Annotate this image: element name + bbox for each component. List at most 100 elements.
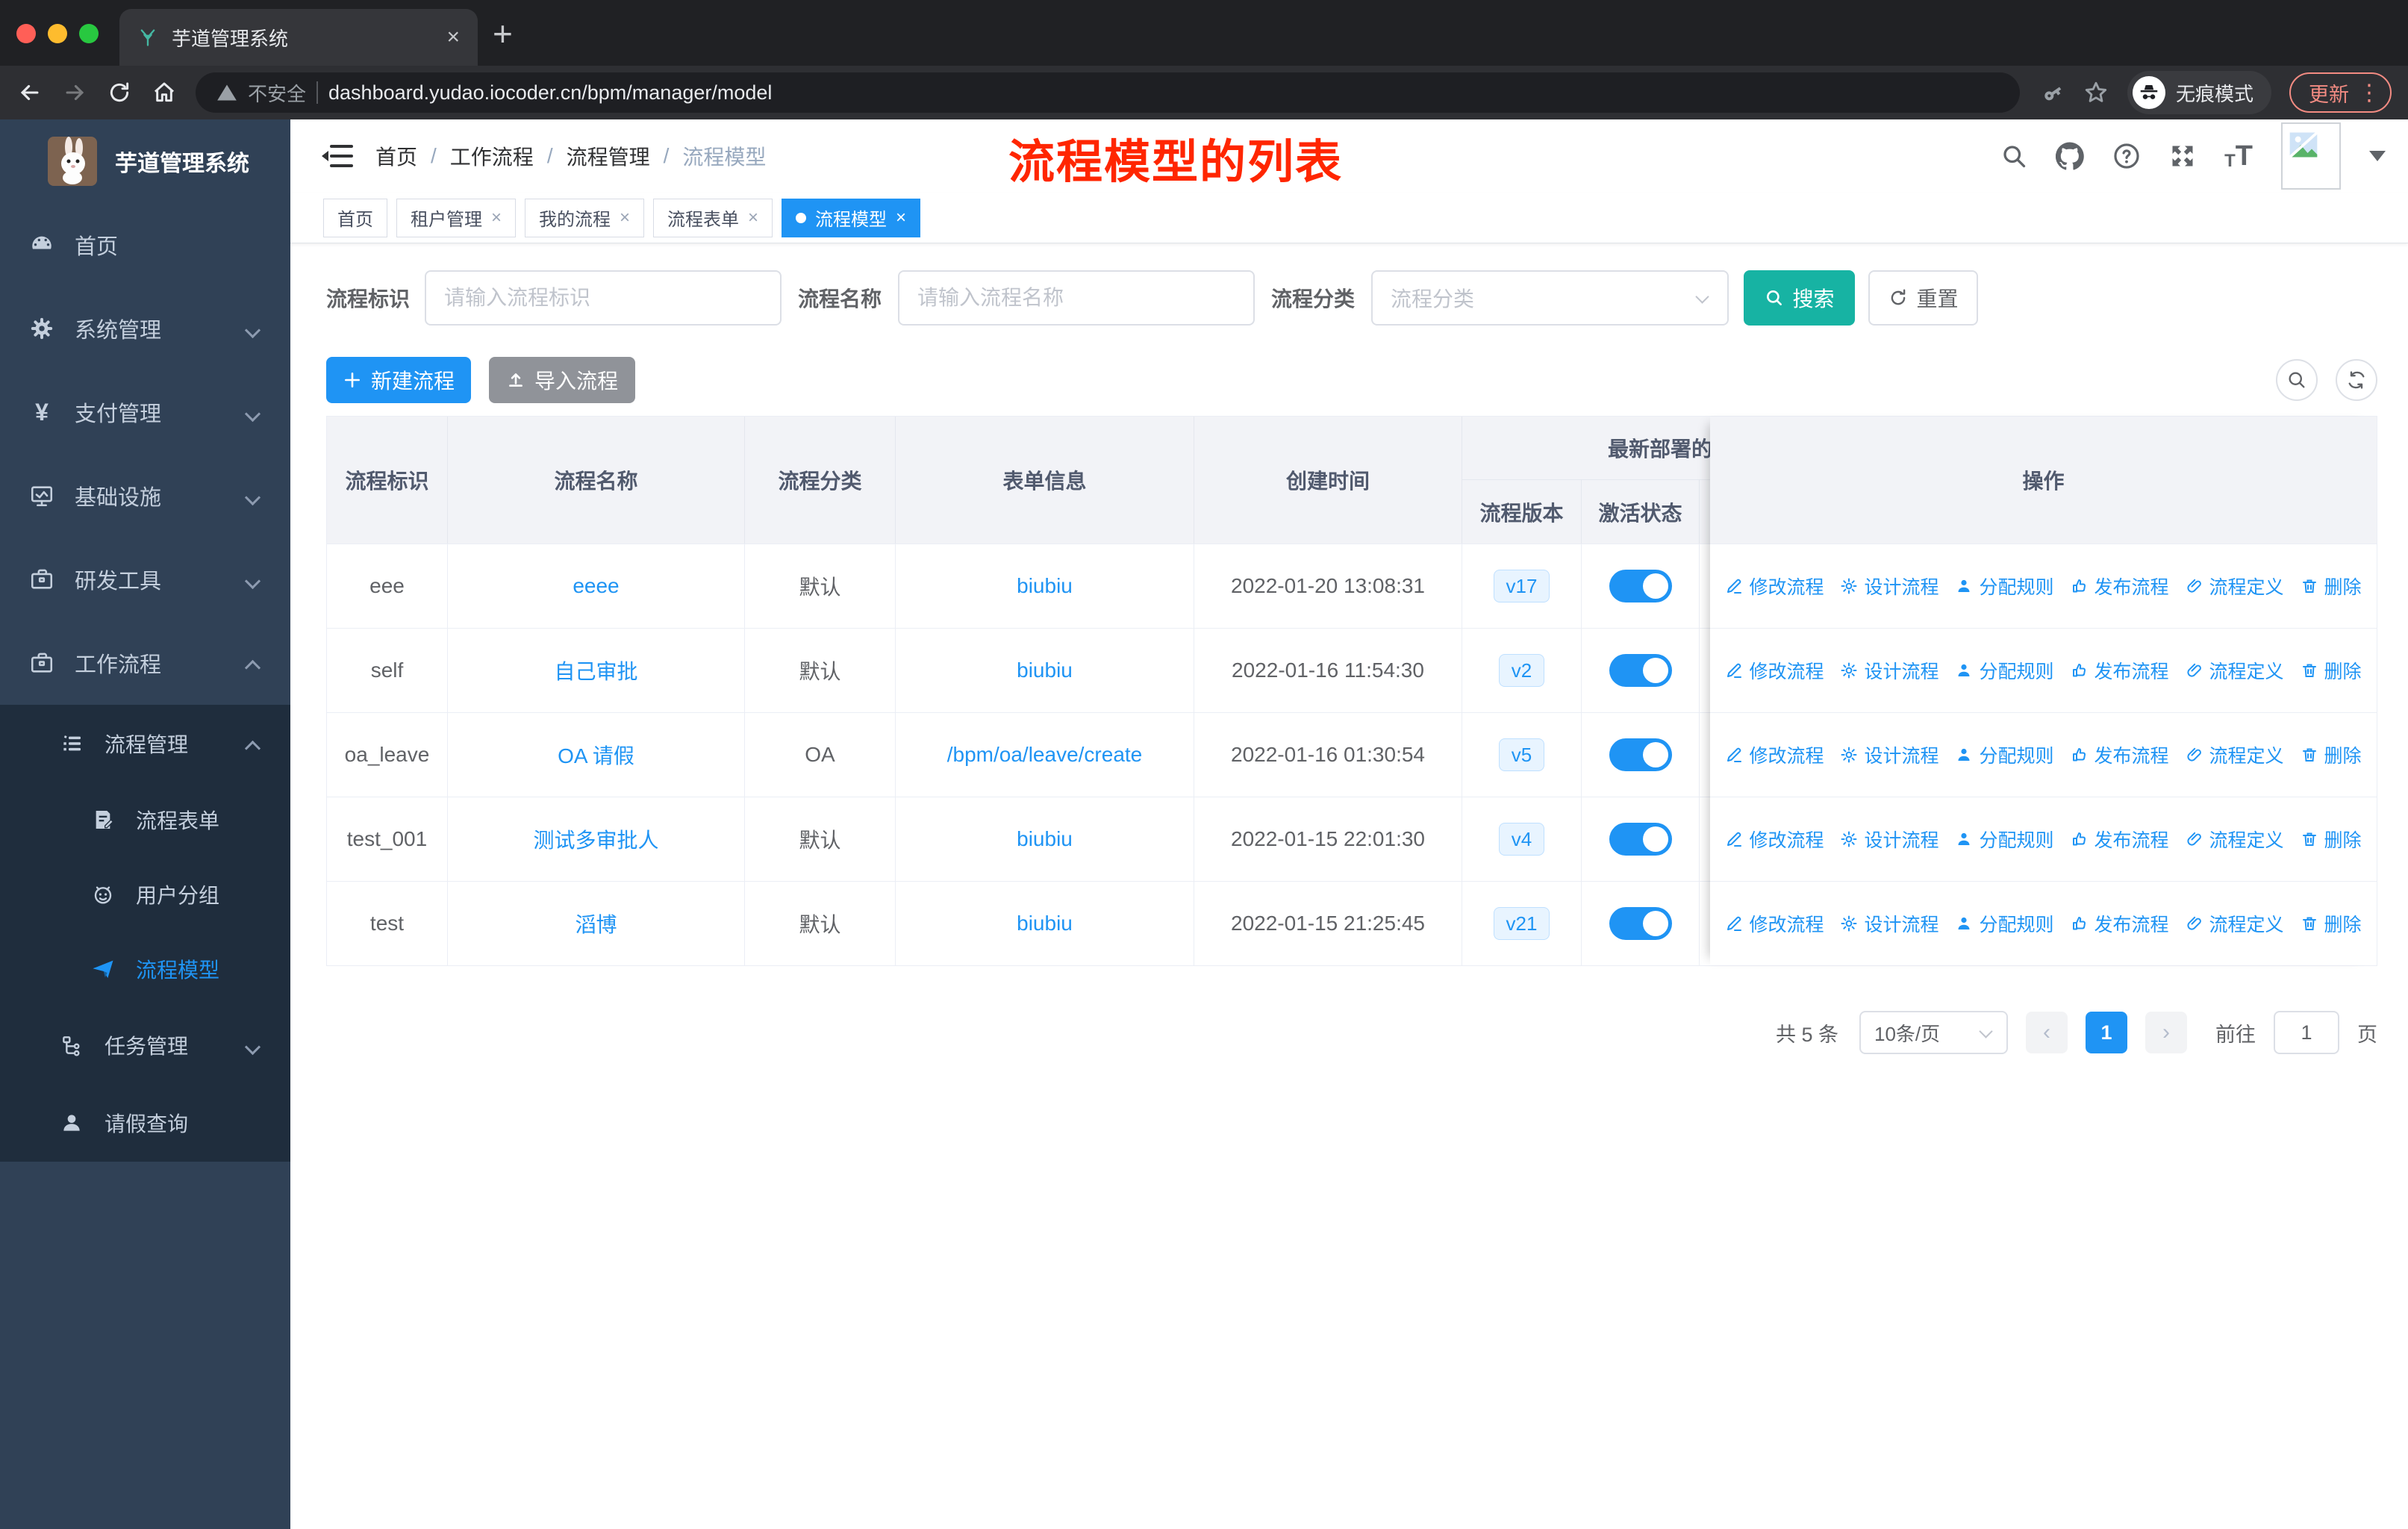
tag-my-process[interactable]: 我的流程 ×	[525, 198, 645, 237]
address-bar[interactable]: 不安全 dashboard.yudao.iocoder.cn/bpm/manag…	[196, 72, 2020, 113]
assign-rule-link[interactable]: 分配规则	[1955, 573, 2054, 600]
window-minimize-button[interactable]	[48, 24, 67, 43]
prev-page-button[interactable]: ‹	[2026, 1012, 2068, 1053]
tag-close-icon[interactable]: ×	[620, 208, 630, 228]
active-status-toggle[interactable]	[1609, 823, 1672, 856]
browser-update-button[interactable]: 更新 ⋮	[2289, 72, 2392, 113]
sidebar-item-process-mgmt[interactable]: 流程管理	[0, 705, 290, 782]
forward-icon[interactable]	[61, 79, 88, 106]
bookmark-star-icon[interactable]	[2083, 79, 2109, 106]
form-info-link[interactable]: biubiu	[1017, 912, 1073, 935]
sidebar-item-workflow[interactable]: 工作流程	[0, 621, 290, 705]
active-status-toggle[interactable]	[1609, 907, 1672, 940]
sidebar-item-system[interactable]: 系统管理	[0, 287, 290, 370]
edit-process-link[interactable]: 修改流程	[1725, 741, 1824, 768]
active-status-toggle[interactable]	[1609, 738, 1672, 771]
table-search-toggle-icon[interactable]	[2276, 359, 2318, 401]
form-info-link[interactable]: biubiu	[1017, 574, 1073, 598]
publish-process-link[interactable]: 发布流程	[2071, 826, 2169, 853]
fullscreen-icon[interactable]	[2169, 143, 2196, 169]
key-icon[interactable]	[2038, 79, 2065, 106]
tag-tenant[interactable]: 租户管理 ×	[396, 198, 517, 237]
assign-rule-link[interactable]: 分配规则	[1955, 741, 2054, 768]
process-definition-link[interactable]: 流程定义	[2186, 826, 2284, 853]
process-definition-link[interactable]: 流程定义	[2186, 910, 2284, 937]
assign-rule-link[interactable]: 分配规则	[1955, 826, 2054, 853]
process-name-link[interactable]: OA 请假	[558, 740, 634, 770]
page-size-select[interactable]: 10条/页	[1859, 1011, 2008, 1054]
publish-process-link[interactable]: 发布流程	[2071, 910, 2169, 937]
github-icon[interactable]	[2056, 142, 2084, 170]
search-button[interactable]: 搜索	[1744, 270, 1856, 326]
design-process-link[interactable]: 设计流程	[1840, 741, 1938, 768]
publish-process-link[interactable]: 发布流程	[2071, 741, 2169, 768]
assign-rule-link[interactable]: 分配规则	[1955, 657, 2054, 684]
browser-tab[interactable]: 芋道管理系统 ×	[119, 9, 478, 66]
process-name-input[interactable]	[898, 270, 1256, 326]
sidebar-item-user-group[interactable]: 用户分组	[0, 857, 290, 932]
tag-close-icon[interactable]: ×	[896, 208, 906, 228]
breadcrumb-item[interactable]: 流程管理	[567, 141, 650, 171]
edit-process-link[interactable]: 修改流程	[1725, 826, 1824, 853]
form-info-link[interactable]: biubiu	[1017, 827, 1073, 851]
form-info-link[interactable]: biubiu	[1017, 658, 1073, 682]
tag-close-icon[interactable]: ×	[748, 208, 758, 228]
design-process-link[interactable]: 设计流程	[1840, 826, 1938, 853]
url-text[interactable]: dashboard.yudao.iocoder.cn/bpm/manager/m…	[328, 81, 772, 105]
home-icon[interactable]	[151, 79, 178, 106]
process-name-link[interactable]: 滔博	[575, 909, 617, 938]
tab-close-icon[interactable]: ×	[446, 26, 460, 49]
design-process-link[interactable]: 设计流程	[1840, 573, 1938, 600]
import-process-button[interactable]: 导入流程	[489, 357, 635, 403]
create-process-button[interactable]: 新建流程	[326, 357, 471, 403]
page-number-button[interactable]: 1	[2086, 1012, 2127, 1053]
table-refresh-icon[interactable]	[2336, 359, 2377, 401]
process-name-link[interactable]: 测试多审批人	[533, 824, 658, 854]
tag-close-icon[interactable]: ×	[491, 208, 502, 228]
sidebar-item-process-model[interactable]: 流程模型	[0, 932, 290, 1006]
active-status-toggle[interactable]	[1609, 570, 1672, 602]
process-definition-link[interactable]: 流程定义	[2186, 741, 2284, 768]
back-icon[interactable]	[16, 79, 43, 106]
delete-process-link[interactable]: 删除	[2301, 910, 2362, 937]
goto-page-input[interactable]	[2274, 1011, 2339, 1054]
design-process-link[interactable]: 设计流程	[1840, 657, 1938, 684]
reset-button[interactable]: 重置	[1868, 270, 1979, 326]
delete-process-link[interactable]: 删除	[2301, 826, 2362, 853]
process-name-link[interactable]: 自己审批	[554, 655, 637, 685]
search-icon[interactable]	[2000, 143, 2027, 169]
publish-process-link[interactable]: 发布流程	[2071, 657, 2169, 684]
process-definition-link[interactable]: 流程定义	[2186, 573, 2284, 600]
delete-process-link[interactable]: 删除	[2301, 741, 2362, 768]
sidebar-item-devtools[interactable]: 研发工具	[0, 538, 290, 621]
sidebar-item-home[interactable]: 首页	[0, 203, 290, 287]
edit-process-link[interactable]: 修改流程	[1725, 573, 1824, 600]
process-name-link[interactable]: eeee	[573, 574, 619, 598]
tag-process-model[interactable]: 流程模型 ×	[782, 198, 921, 237]
window-close-button[interactable]	[16, 24, 36, 43]
security-label[interactable]: 不安全	[248, 79, 306, 107]
sidebar-collapse-icon[interactable]	[322, 143, 353, 169]
next-page-button[interactable]: ›	[2145, 1012, 2187, 1053]
publish-process-link[interactable]: 发布流程	[2071, 573, 2169, 600]
avatar-caret-icon[interactable]	[2369, 151, 2386, 161]
new-tab-button[interactable]: +	[493, 13, 513, 54]
sidebar-item-payment[interactable]: ¥ 支付管理	[0, 370, 290, 454]
browser-menu-icon[interactable]: ⋮	[2358, 80, 2381, 106]
help-icon[interactable]	[2112, 142, 2141, 170]
reload-icon[interactable]	[106, 79, 133, 106]
delete-process-link[interactable]: 删除	[2301, 657, 2362, 684]
sidebar-item-leave-query[interactable]: 请假查询	[0, 1084, 290, 1162]
window-zoom-button[interactable]	[79, 24, 99, 43]
tag-home[interactable]: 首页	[323, 198, 387, 237]
process-definition-link[interactable]: 流程定义	[2186, 657, 2284, 684]
sidebar-item-task-mgmt[interactable]: 任务管理	[0, 1006, 290, 1084]
sidebar-item-infra[interactable]: 基础设施	[0, 454, 290, 538]
edit-process-link[interactable]: 修改流程	[1725, 910, 1824, 937]
breadcrumb-item[interactable]: 工作流程	[450, 141, 534, 171]
sidebar-item-process-form[interactable]: 流程表单	[0, 782, 290, 857]
tag-process-form[interactable]: 流程表单 ×	[653, 198, 773, 237]
avatar[interactable]	[2281, 122, 2341, 190]
font-size-icon[interactable]: TT	[2224, 142, 2253, 170]
design-process-link[interactable]: 设计流程	[1840, 910, 1938, 937]
